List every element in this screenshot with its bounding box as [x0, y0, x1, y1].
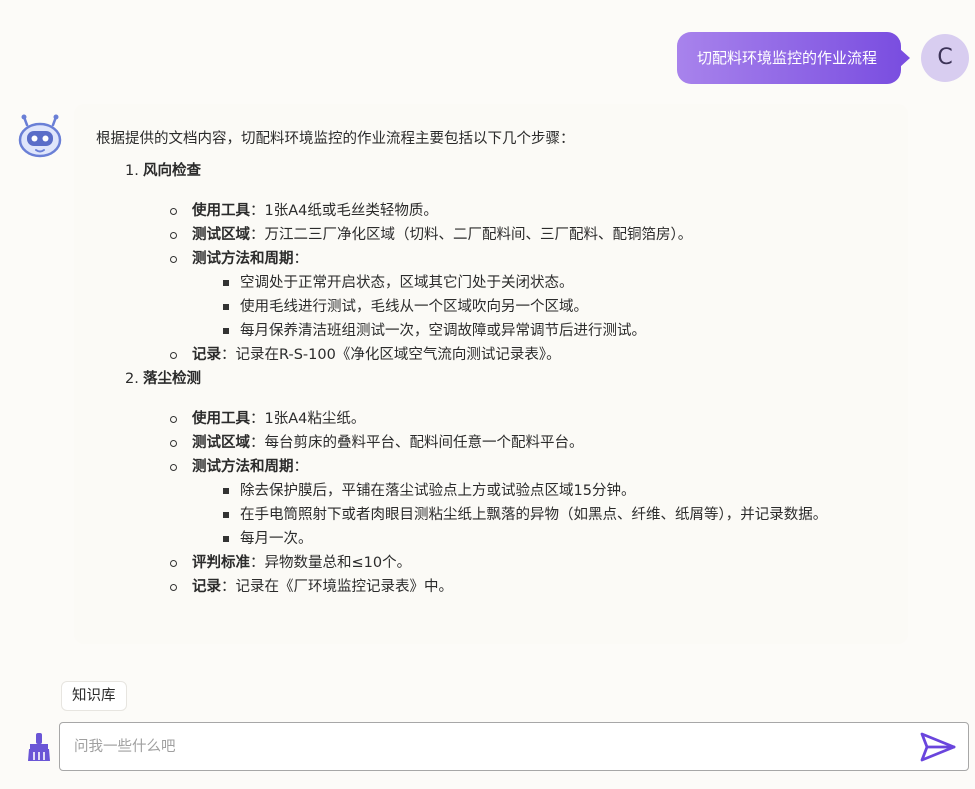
step-number: 2. — [125, 371, 139, 387]
chat-page: 切配料环境监控的作业流程 C 根据提供的文档内容，切配料环境监控的作业流程主要包… — [0, 0, 975, 789]
robot-avatar-icon — [18, 114, 62, 158]
list-item: 使用工具：1张A4粘尘纸。 — [96, 407, 896, 431]
item-value: 记录在R-S-100《净化区域空气流向测试记录表》。 — [235, 347, 561, 363]
list-item: 使用工具：1张A4纸或毛丝类轻物质。 — [96, 199, 896, 223]
item-value: 1张A4粘尘纸。 — [264, 411, 366, 427]
sub-list-item: 每月一次。 — [96, 527, 896, 551]
bot-message-content: 根据提供的文档内容，切配料环境监控的作业流程主要包括以下几个步骤： 1. 风向检… — [96, 127, 896, 599]
item-value: 异物数量总和≤10个。 — [264, 555, 412, 571]
item-key: 测试方法和周期 — [192, 459, 294, 475]
list-item: 测试方法和周期： — [96, 247, 896, 271]
step-title: 风向检查 — [143, 163, 201, 179]
square-bullet-icon — [223, 488, 229, 494]
chat-input[interactable] — [74, 723, 914, 770]
item-key: 记录 — [192, 579, 221, 595]
square-bullet-icon — [223, 280, 229, 286]
step-heading: 1. 风向检查 — [96, 159, 896, 183]
step-heading: 2. 落尘检测 — [96, 367, 896, 391]
circle-bullet-icon — [170, 352, 177, 359]
square-bullet-icon — [223, 512, 229, 518]
circle-bullet-icon — [170, 464, 177, 471]
item-key: 测试方法和周期 — [192, 251, 294, 267]
item-key: 使用工具 — [192, 203, 250, 219]
sub-list-item: 使用毛线进行测试，毛线从一个区域吹向另一个区域。 — [96, 295, 896, 319]
circle-bullet-icon — [170, 416, 177, 423]
sub-list-item: 每月保养清洁班组测试一次，空调故障或异常调节后进行测试。 — [96, 319, 896, 343]
chat-input-box — [59, 722, 969, 771]
item-value: 每台剪床的叠料平台、配料间任意一个配料平台。 — [264, 435, 584, 451]
item-value: 记录在《厂环境监控记录表》中。 — [235, 579, 454, 595]
circle-bullet-icon — [170, 232, 177, 239]
circle-bullet-icon — [170, 560, 177, 567]
list-item: 测试区域：万江二三厂净化区域（切料、二厂配料间、三厂配料、配铜箔房）。 — [96, 223, 896, 247]
item-key: 使用工具 — [192, 411, 250, 427]
list-item: 评判标准：异物数量总和≤10个。 — [96, 551, 896, 575]
item-key: 测试区域 — [192, 227, 250, 243]
item-value: 万江二三厂净化区域（切料、二厂配料间、三厂配料、配铜箔房）。 — [264, 227, 693, 243]
step-number: 1. — [125, 163, 139, 179]
circle-bullet-icon — [170, 208, 177, 215]
square-bullet-icon — [223, 328, 229, 334]
knowledge-base-tag[interactable]: 知识库 — [61, 681, 127, 711]
square-bullet-icon — [223, 536, 229, 542]
item-key: 记录 — [192, 347, 221, 363]
item-key: 测试区域 — [192, 435, 250, 451]
bot-intro-text: 根据提供的文档内容，切配料环境监控的作业流程主要包括以下几个步骤： — [96, 131, 575, 147]
item-key: 评判标准 — [192, 555, 250, 571]
user-message-row: 切配料环境监控的作业流程 C — [676, 32, 969, 84]
circle-bullet-icon — [170, 256, 177, 263]
step-title: 落尘检测 — [143, 371, 201, 387]
sub-list-item: 空调处于正常开启状态，区域其它门处于关闭状态。 — [96, 271, 896, 295]
list-item: 记录：记录在《厂环境监控记录表》中。 — [96, 575, 896, 599]
circle-bullet-icon — [170, 584, 177, 591]
sub-list-item: 在手电筒照射下或者肉眼目测粘尘纸上飘落的异物（如黑点、纤维、纸屑等），并记录数据… — [96, 503, 896, 527]
broom-icon[interactable] — [25, 732, 53, 762]
list-item: 测试方法和周期： — [96, 455, 896, 479]
item-value: 1张A4纸或毛丝类轻物质。 — [264, 203, 438, 219]
list-item: 测试区域：每台剪床的叠料平台、配料间任意一个配料平台。 — [96, 431, 896, 455]
square-bullet-icon — [223, 304, 229, 310]
user-avatar: C — [921, 34, 969, 82]
sub-list-item: 除去保护膜后，平铺在落尘试验点上方或试验点区域15分钟。 — [96, 479, 896, 503]
circle-bullet-icon — [170, 440, 177, 447]
send-icon[interactable] — [920, 732, 956, 762]
list-item: 记录：记录在R-S-100《净化区域空气流向测试记录表》。 — [96, 343, 896, 367]
user-message-bubble: 切配料环境监控的作业流程 — [676, 32, 911, 84]
